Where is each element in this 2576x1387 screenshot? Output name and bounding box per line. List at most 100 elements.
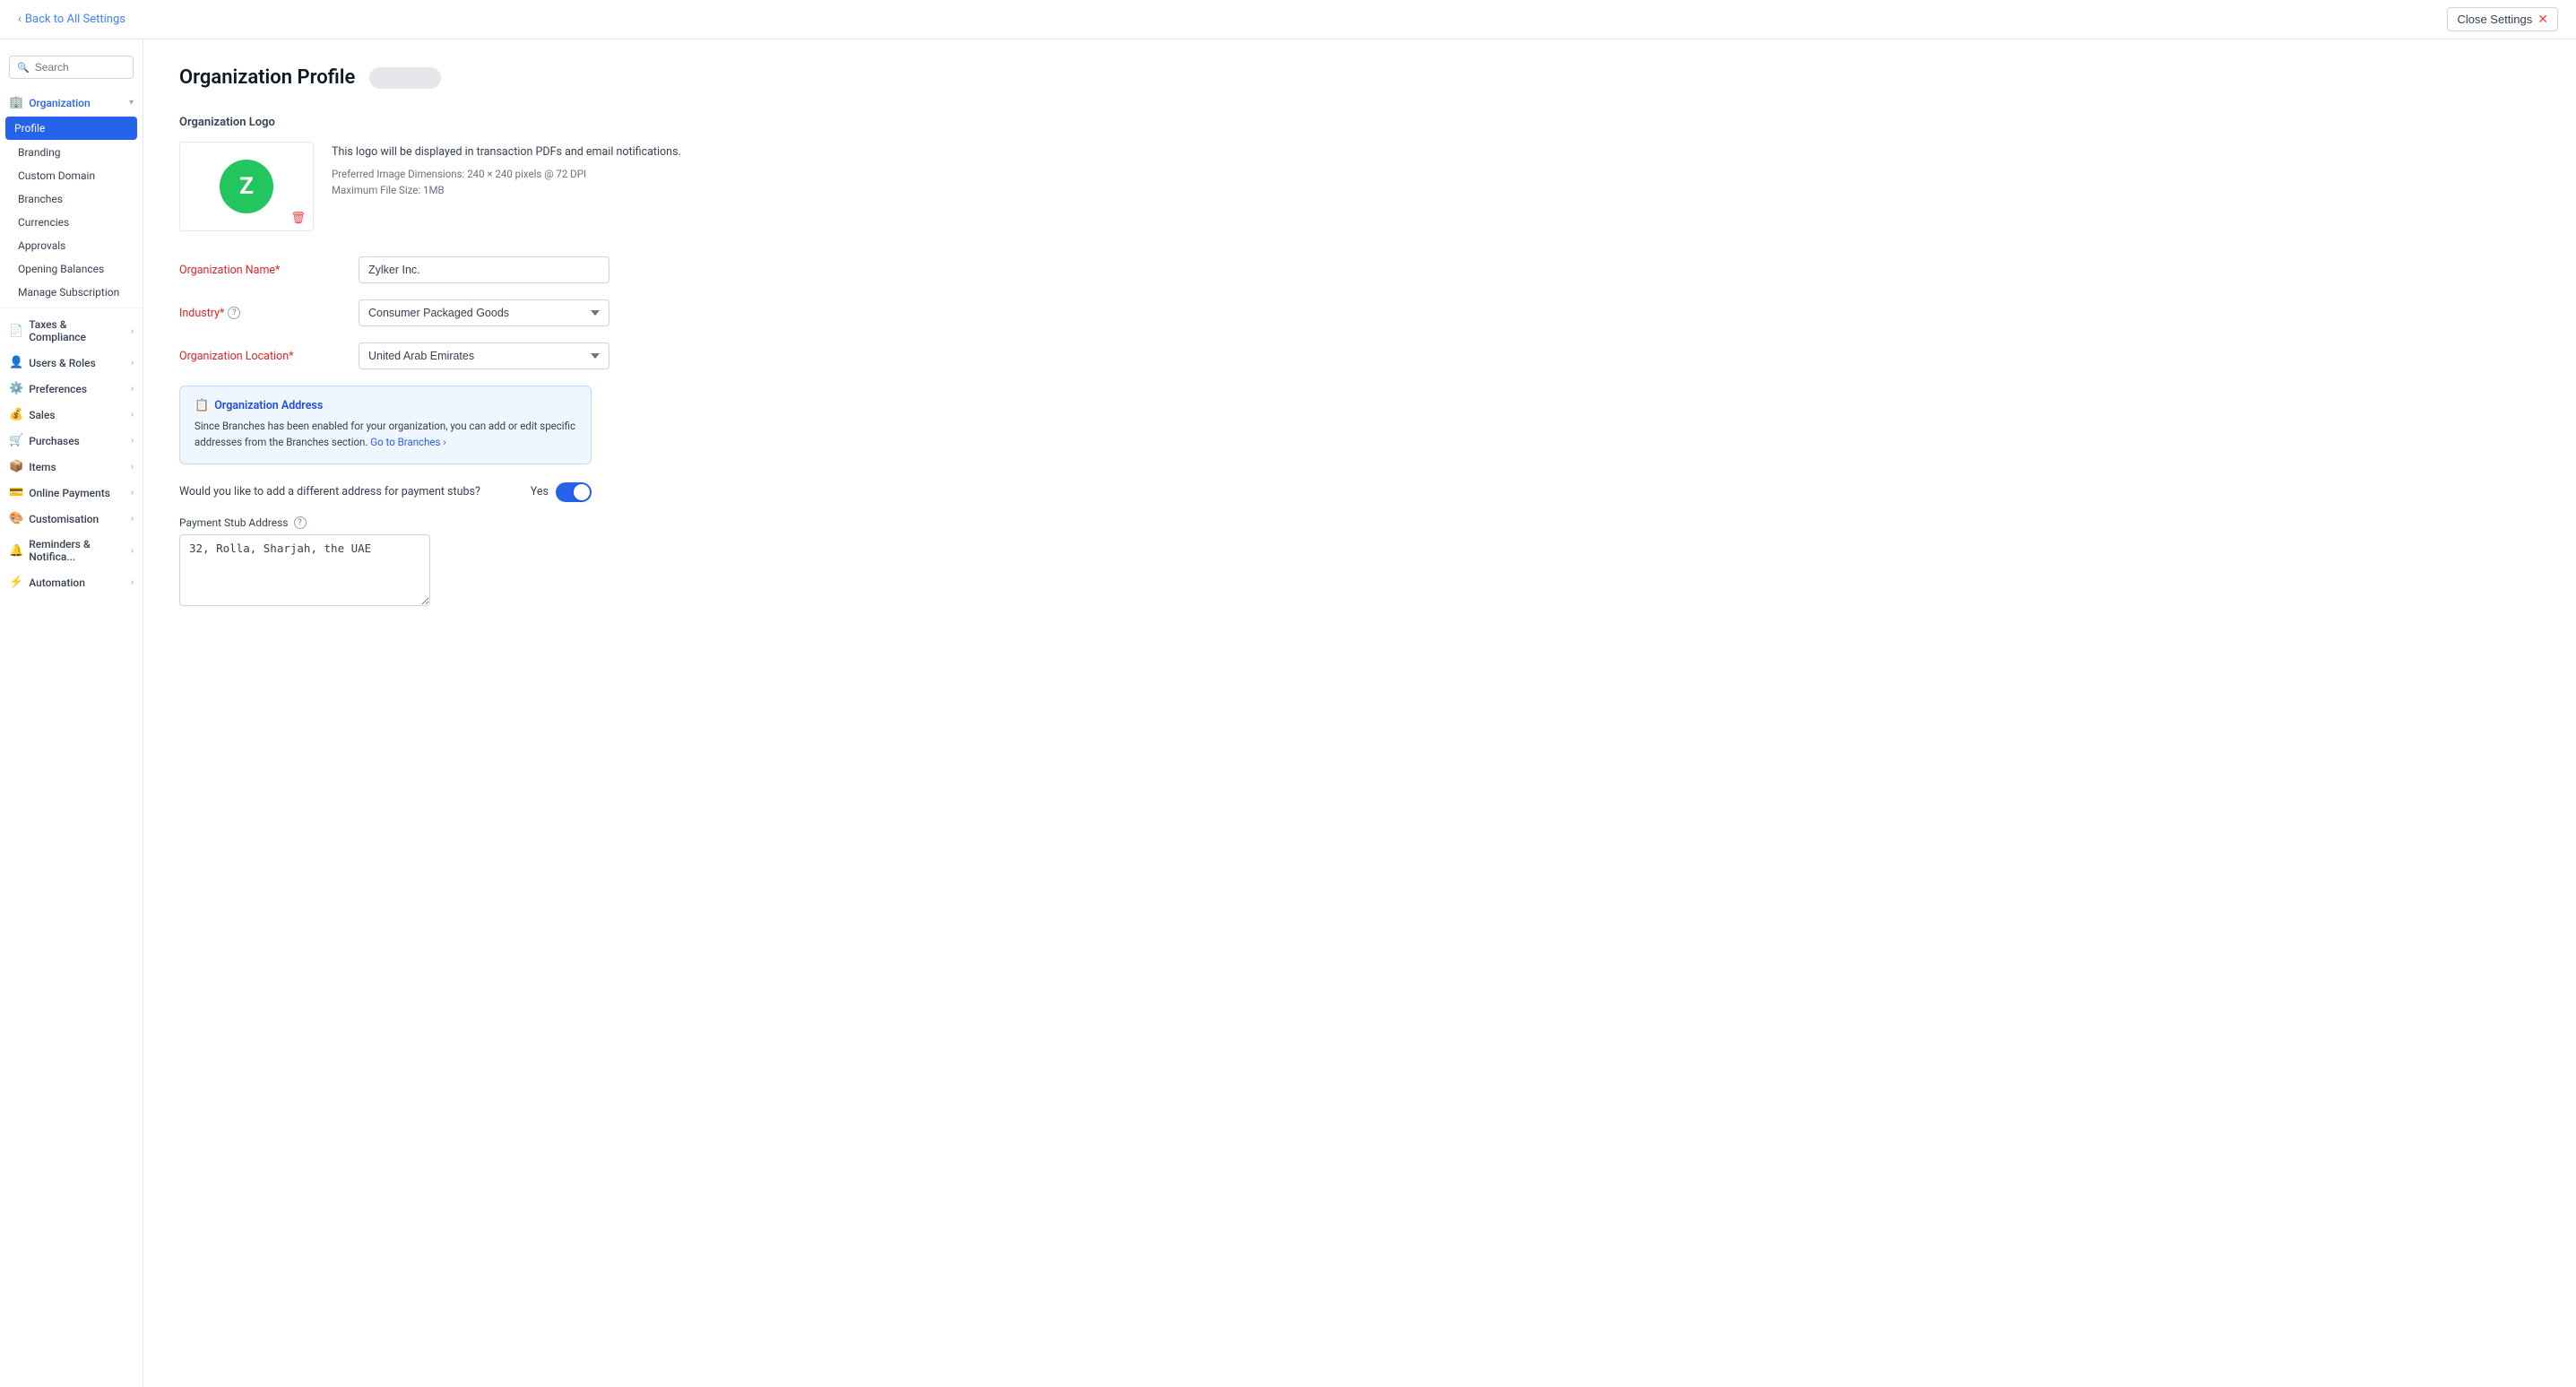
items-icon: 📦 [9,460,23,473]
main-layout: 🔍 🏢 Organization ▾ Profile Branding Cust… [0,39,2576,1387]
chevron-right-icon-5: › [131,436,134,446]
sidebar-item-profile[interactable]: Profile [5,117,137,140]
stub-address-label: Payment Stub Address [179,516,289,529]
sidebar-item-users-roles[interactable]: 👤 Users & Roles › [0,350,143,376]
location-select[interactable]: United Arab Emirates United States Unite… [359,342,609,369]
sidebar-item-opening-balances[interactable]: Opening Balances [0,257,143,281]
sidebar-item-purchases[interactable]: 🛒 Purchases › [0,428,143,454]
sales-icon: 💰 [9,408,23,421]
chevron-right-icon-8: › [131,514,134,524]
customisation-label: Customisation [29,513,99,525]
logo-circle: Z [220,160,273,213]
items-label: Items [29,461,56,473]
search-input[interactable] [35,61,125,74]
reminders-icon: 🔔 [9,544,23,558]
stub-address-textarea[interactable]: 32, Rolla, Sharjah, the UAE [179,534,430,606]
online-payments-icon: 💳 [9,486,23,499]
payment-stub-question: Would you like to add a different addres… [179,485,480,498]
close-settings-button[interactable]: Close Settings ✕ [2447,7,2558,31]
logo-delete-button[interactable]: 🗑 [290,212,306,225]
payment-stub-row: Would you like to add a different addres… [179,482,592,502]
chevron-right-icon-2: › [131,358,134,368]
sidebar-item-approvals[interactable]: Approvals [0,234,143,257]
search-icon: 🔍 [17,62,30,74]
sidebar-item-manage-subscription[interactable]: Manage Subscription [0,281,143,304]
preferences-icon: ⚙️ [9,382,23,395]
sidebar-item-reminders[interactable]: 🔔 Reminders & Notifica... › [0,532,143,569]
payment-stub-toggle[interactable] [556,482,592,502]
approvals-label: Approvals [18,239,65,252]
info-box-header: 📋 Organization Address [194,399,576,412]
chevron-right-icon-10: › [131,577,134,587]
users-label: Users & Roles [29,357,96,369]
manage-subscription-label: Manage Subscription [18,286,119,299]
sidebar-item-customisation[interactable]: 🎨 Customisation › [0,506,143,532]
sidebar-item-taxes-compliance[interactable]: 📄 Taxes & Compliance › [0,312,143,350]
toggle-row: Yes [531,482,592,502]
logo-max-size: Maximum File Size: 1MB [332,182,681,198]
close-label: Close Settings [2457,13,2532,26]
org-name-input[interactable] [359,256,609,283]
sidebar-item-sales[interactable]: 💰 Sales › [0,402,143,428]
chevron-right-icon-4: › [131,410,134,420]
location-row: Organization Location* United Arab Emira… [179,342,2540,369]
profile-label: Profile [14,122,45,134]
chevron-right-icon-9: › [131,546,134,556]
sidebar: 🔍 🏢 Organization ▾ Profile Branding Cust… [0,39,143,1387]
logo-info: This logo will be displayed in transacti… [332,142,681,199]
sidebar-item-branding[interactable]: Branding [0,141,143,164]
chevron-left-icon: ‹ [18,13,22,26]
sales-label: Sales [29,409,55,421]
logo-info-title: This logo will be displayed in transacti… [332,145,681,159]
stub-address-section: Payment Stub Address ? 32, Rolla, Sharja… [179,516,592,610]
customisation-icon: 🎨 [9,512,23,525]
custom-domain-label: Custom Domain [18,169,95,182]
sidebar-item-preferences[interactable]: ⚙️ Preferences › [0,376,143,402]
logo-box: Z 🗑 This logo will be displayed in trans… [179,142,2540,231]
industry-help-icon[interactable]: ? [228,307,240,319]
chevron-right-icon-7: › [131,488,134,498]
purchases-icon: 🛒 [9,434,23,447]
organization-icon: 🏢 [9,96,23,109]
close-x-icon: ✕ [2537,12,2548,27]
chevron-right-icon: › [131,326,134,336]
search-box[interactable]: 🔍 [9,56,134,79]
location-label: Organization Location* [179,350,341,363]
logo-section-label: Organization Logo [179,116,2540,129]
branches-label: Branches [18,193,63,205]
users-icon: 👤 [9,356,23,369]
top-bar: ‹ Back to All Settings Close Settings ✕ [0,0,2576,39]
reminders-label: Reminders & Notifica... [29,538,125,563]
content-area: Organization Profile Organization Logo Z… [143,39,2576,1387]
sidebar-item-custom-domain[interactable]: Custom Domain [0,164,143,187]
logo-letter: Z [239,173,254,200]
branding-label: Branding [18,146,61,159]
sidebar-item-automation[interactable]: ⚡ Automation › [0,569,143,595]
sidebar-item-online-payments[interactable]: 💳 Online Payments › [0,480,143,506]
taxes-label: Taxes & Compliance [29,318,125,343]
chevron-right-icon-3: › [131,384,134,394]
back-to-settings-link[interactable]: ‹ Back to All Settings [18,13,125,26]
yes-label: Yes [531,485,549,498]
preferences-label: Preferences [29,383,87,395]
automation-icon: ⚡ [9,576,23,589]
industry-select[interactable]: Consumer Packaged Goods Technology Healt… [359,299,609,326]
chevron-down-icon: ▾ [129,98,134,108]
sidebar-item-organization[interactable]: 🏢 Organization ▾ [0,90,143,116]
organization-label: Organization [29,97,90,109]
sidebar-item-branches[interactable]: Branches [0,187,143,211]
industry-label: Industry* ? [179,307,341,320]
go-to-branches-link[interactable]: Go to Branches › [370,436,445,448]
sidebar-item-items[interactable]: 📦 Items › [0,454,143,480]
header-badge [369,67,441,89]
sidebar-item-currencies[interactable]: Currencies [0,211,143,234]
back-label: Back to All Settings [25,13,125,26]
org-name-label: Organization Name* [179,264,341,277]
online-payments-label: Online Payments [29,487,110,499]
logo-section: Organization Logo Z 🗑 This logo will be … [179,116,2540,231]
currencies-label: Currencies [18,216,69,229]
org-address-info-box: 📋 Organization Address Since Branches ha… [179,386,592,464]
stub-address-help-icon[interactable]: ? [294,516,307,529]
page-title: Organization Profile [179,66,355,89]
industry-row: Industry* ? Consumer Packaged Goods Tech… [179,299,2540,326]
